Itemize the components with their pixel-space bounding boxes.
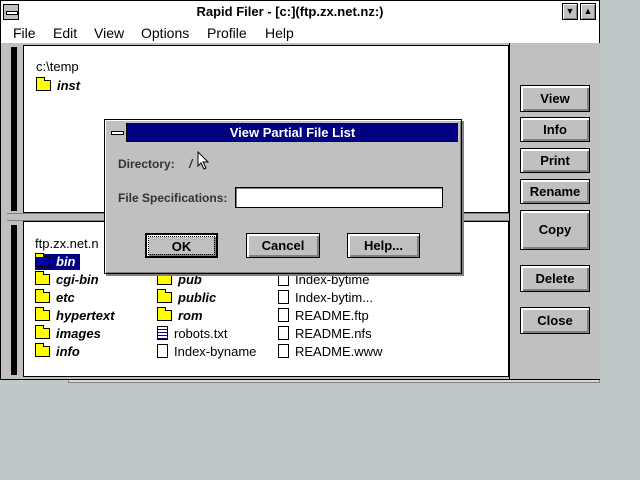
directory-value: / xyxy=(189,157,193,171)
title-bar[interactable]: Rapid Filer - [c:](ftp.zx.net.nz:) ▼ ▲ xyxy=(1,1,599,24)
menu-file[interactable]: File xyxy=(13,25,36,41)
local-pane-scrollbar[interactable] xyxy=(11,47,17,211)
menu-help[interactable]: Help xyxy=(265,25,294,41)
list-item[interactable]: images xyxy=(35,325,101,342)
file-icon xyxy=(278,308,289,322)
folder-icon xyxy=(35,307,50,321)
copy-button[interactable]: Copy xyxy=(520,210,590,250)
text-file-icon xyxy=(157,326,168,340)
help-button[interactable]: Help... xyxy=(347,233,420,258)
list-item[interactable]: rom xyxy=(157,307,203,324)
folder-icon xyxy=(35,253,50,267)
remote-pane-scrollbar[interactable] xyxy=(11,225,17,375)
list-item[interactable]: README.nfs xyxy=(278,326,372,342)
directory-label: Directory: xyxy=(118,157,175,171)
print-button[interactable]: Print xyxy=(520,148,590,173)
window-title: Rapid Filer - [c:](ftp.zx.net.nz:) xyxy=(196,4,384,19)
folder-icon xyxy=(36,77,51,91)
file-icon xyxy=(278,344,289,358)
view-button[interactable]: View xyxy=(520,85,590,112)
folder-icon xyxy=(35,289,50,303)
list-item[interactable]: Index-byname xyxy=(157,344,256,360)
list-item[interactable]: README.www xyxy=(278,344,382,360)
list-item[interactable]: pub xyxy=(157,271,202,288)
list-item-selected[interactable]: bin xyxy=(35,253,80,270)
minimize-button[interactable]: ▼ xyxy=(562,3,578,20)
list-item[interactable]: Index-bytime xyxy=(278,272,369,288)
list-item[interactable]: hypertext xyxy=(35,307,115,324)
partial-file-list-dialog: View Partial File List Directory: / File… xyxy=(104,119,462,274)
rename-button[interactable]: Rename xyxy=(520,179,590,204)
folder-icon xyxy=(35,325,50,339)
maximize-button[interactable]: ▲ xyxy=(580,3,596,20)
list-item[interactable]: info xyxy=(35,343,80,360)
mouse-cursor-icon xyxy=(197,151,210,170)
folder-icon xyxy=(157,271,172,285)
list-item[interactable]: robots.txt xyxy=(157,326,227,342)
list-item[interactable]: public xyxy=(157,289,216,306)
folder-icon xyxy=(157,307,172,321)
folder-icon xyxy=(157,289,172,303)
menu-bar: File Edit View Options Profile Help xyxy=(1,23,599,44)
list-item[interactable]: Index-bytim... xyxy=(278,290,373,306)
file-spec-label: File Specifications: xyxy=(118,191,228,205)
file-icon xyxy=(278,326,289,340)
info-button[interactable]: Info xyxy=(520,117,590,142)
close-button[interactable]: Close xyxy=(520,307,590,334)
dialog-title: View Partial File List xyxy=(229,125,356,140)
remote-path: ftp.zx.net.n xyxy=(35,236,99,251)
menu-view[interactable]: View xyxy=(94,25,124,41)
menu-edit[interactable]: Edit xyxy=(53,25,77,41)
list-item[interactable]: cgi-bin xyxy=(35,271,99,288)
file-spec-input[interactable] xyxy=(235,187,443,208)
dialog-system-menu-icon[interactable] xyxy=(108,123,127,142)
file-icon xyxy=(278,272,289,286)
window-shadow-edge xyxy=(68,380,600,383)
menu-profile[interactable]: Profile xyxy=(207,25,247,41)
menu-options[interactable]: Options xyxy=(141,25,189,41)
file-icon xyxy=(157,344,168,358)
folder-icon xyxy=(35,343,50,357)
list-item[interactable]: etc xyxy=(35,289,75,306)
system-menu-icon[interactable] xyxy=(3,4,19,20)
delete-button[interactable]: Delete xyxy=(520,265,590,292)
list-item[interactable]: README.ftp xyxy=(278,308,369,324)
file-icon xyxy=(278,290,289,304)
local-path: c:\temp xyxy=(36,59,79,74)
cancel-button[interactable]: Cancel xyxy=(246,233,320,258)
folder-icon xyxy=(35,271,50,285)
ok-button[interactable]: OK xyxy=(145,233,218,258)
list-item[interactable]: inst xyxy=(36,77,80,94)
action-panel: View Info Print Rename Copy Delete Close xyxy=(509,43,600,379)
